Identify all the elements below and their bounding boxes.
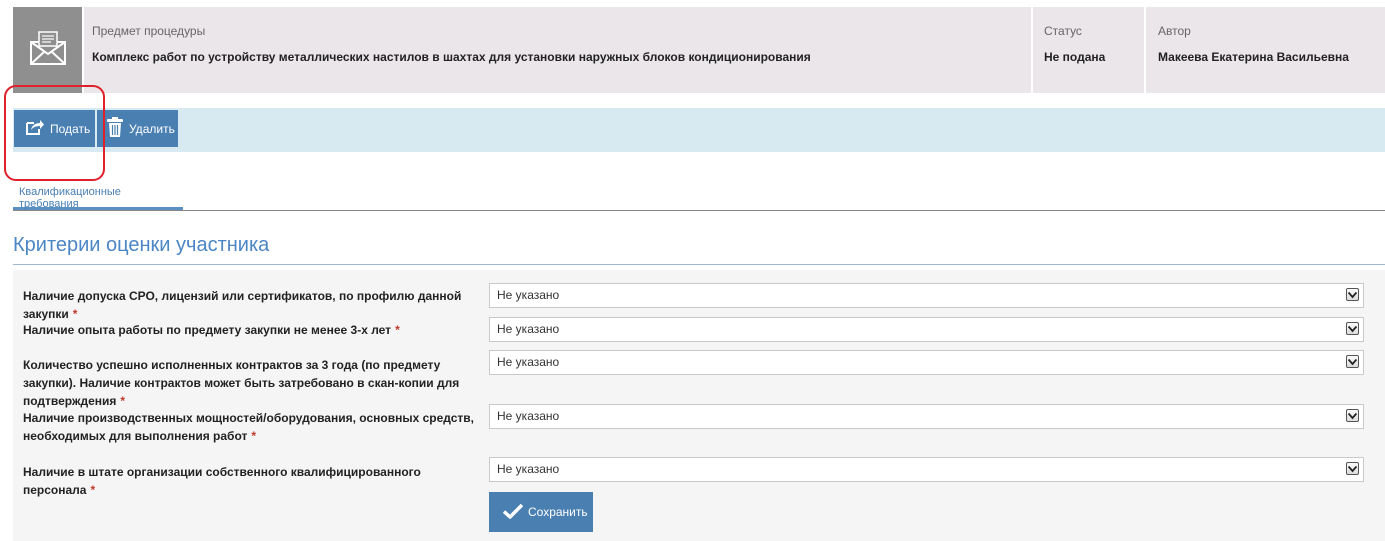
criterion-select[interactable]: Не указано (489, 283, 1364, 308)
delete-button-label: Удалить (129, 121, 175, 136)
chevron-down-icon (1346, 409, 1359, 422)
subject-block: Предмет процедуры Комплекс работ по устр… (84, 7, 1031, 93)
tab-bar: Квалификационные требования (13, 181, 1385, 211)
envelope-icon (29, 30, 67, 71)
chevron-down-icon (1346, 355, 1359, 368)
tab-qualification-requirements[interactable]: Квалификационные требования (13, 181, 183, 210)
criterion-label: Наличие производственных мощностей/обору… (23, 411, 474, 443)
author-value: Макеева Екатерина Васильевна (1158, 50, 1349, 64)
status-block: Статус Не подана (1033, 7, 1144, 93)
required-marker: * (251, 429, 257, 443)
status-value: Не подана (1044, 50, 1106, 64)
criterion-select[interactable]: Не указано (489, 457, 1364, 482)
criterion-label: Наличие допуска СРО, лицензий или сертиф… (23, 289, 462, 321)
trash-icon (107, 117, 123, 140)
submit-button-label: Подать (50, 121, 91, 136)
required-marker: * (120, 394, 126, 408)
action-toolbar: Подать Удалить (13, 108, 1385, 152)
subject-label: Предмет процедуры (92, 24, 206, 38)
delete-button[interactable]: Удалить (97, 110, 178, 147)
submit-button[interactable]: Подать (14, 110, 95, 147)
subject-value: Комплекс работ по устройству металлическ… (92, 50, 811, 64)
save-button-label: Сохранить (528, 505, 588, 519)
chevron-down-icon (1346, 288, 1359, 301)
section-title: Критерии оценки участника (13, 234, 270, 256)
required-marker: * (395, 323, 400, 337)
criterion-select[interactable]: Не указано (489, 404, 1364, 429)
criterion-label: Количество успешно исполненных контракто… (23, 358, 460, 408)
checkmark-icon (502, 503, 524, 522)
select-value: Не указано (497, 322, 560, 336)
criterion-select[interactable]: Не указано (489, 317, 1364, 342)
select-value: Не указано (497, 462, 560, 476)
criterion-label: Наличие в штате организации собственного… (23, 465, 421, 497)
author-block: Автор Макеева Екатерина Васильевна (1146, 7, 1385, 93)
author-label: Автор (1158, 24, 1191, 38)
select-value: Не указано (497, 288, 560, 302)
share-icon (26, 119, 44, 138)
select-value: Не указано (497, 409, 560, 423)
procedure-icon-box (13, 7, 82, 93)
required-marker: * (72, 307, 78, 321)
section-divider (13, 264, 1385, 265)
chevron-down-icon (1346, 322, 1359, 335)
select-value: Не указано (497, 355, 560, 369)
criterion-select[interactable]: Не указано (489, 350, 1364, 375)
required-marker: * (90, 483, 96, 497)
status-label: Статус (1044, 24, 1082, 38)
criterion-label: Наличие опыта работы по предмету закупки… (23, 323, 400, 337)
save-button[interactable]: Сохранить (489, 492, 593, 532)
chevron-down-icon (1346, 462, 1359, 475)
procedure-header: Предмет процедуры Комплекс работ по устр… (13, 7, 1385, 93)
